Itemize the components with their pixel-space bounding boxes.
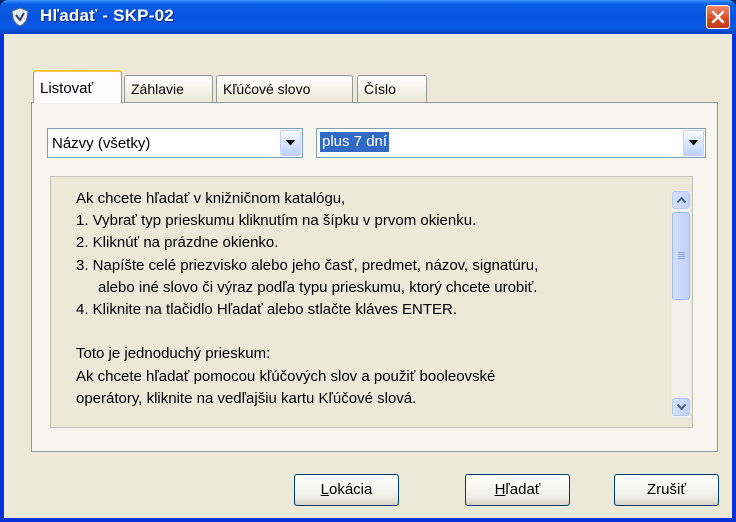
search-value-dropdown-button[interactable] xyxy=(683,130,704,156)
grip-line xyxy=(678,256,685,257)
button-label: ľadať xyxy=(505,481,541,498)
instruction-line: Toto je jednoduchý prieskum: xyxy=(76,345,271,363)
button-label: Zrušiť xyxy=(647,481,686,498)
vertical-scrollbar[interactable] xyxy=(671,190,691,418)
search-type-dropdown-button[interactable] xyxy=(280,130,301,156)
grip-line xyxy=(678,252,685,253)
location-button[interactable]: Lokácia xyxy=(294,474,399,506)
shield-icon xyxy=(10,7,30,27)
cancel-button[interactable]: Zrušiť xyxy=(614,474,719,506)
instruction-line: 3. Napíšte celé priezvisko alebo jeho ča… xyxy=(76,256,539,274)
instruction-line: operátory, kliknite na vedľajšiu kartu K… xyxy=(76,389,417,407)
mnemonic-letter: H xyxy=(494,481,506,498)
tab-klucove-slovo[interactable]: Kľúčové slovo xyxy=(216,75,353,102)
tab-label: Listovať xyxy=(40,80,94,97)
scroll-up-button[interactable] xyxy=(672,191,690,209)
grip-line xyxy=(678,254,685,255)
tab-zahlavie[interactable]: Záhlavie xyxy=(124,75,213,102)
instruction-line: Ak chcete hľadať pomocou kľúčových slov … xyxy=(76,367,496,385)
instruction-line: Ak chcete hľadať v knižničnom katalógu, xyxy=(76,190,346,207)
title-bar[interactable]: Hľadať - SKP-02 xyxy=(0,0,736,34)
button-label: okácia xyxy=(328,481,373,498)
window-title: Hľadať - SKP-02 xyxy=(40,6,174,25)
tab-label: Číslo xyxy=(364,81,396,97)
instruction-line: 2. Kliknúť na prázdne okienko. xyxy=(76,234,279,252)
scroll-thumb[interactable] xyxy=(672,212,690,300)
scroll-down-button[interactable] xyxy=(672,398,690,416)
tab-cislo[interactable]: Číslo xyxy=(357,75,427,102)
close-button[interactable] xyxy=(706,5,730,29)
search-button[interactable]: Hľadať xyxy=(465,474,570,506)
search-type-value: Názvy (všetky) xyxy=(52,135,151,152)
instructions-text: Ak chcete hľadať v knižničnom katalógu, … xyxy=(76,188,676,410)
tab-label: Záhlavie xyxy=(131,81,184,97)
tab-listovat[interactable]: Listovať xyxy=(33,70,122,103)
search-value-combo[interactable]: plus 7 dní xyxy=(316,128,706,158)
tab-label: Kľúčové slovo xyxy=(223,81,311,97)
search-value-text[interactable]: plus 7 dní xyxy=(320,132,390,152)
instruction-line: 4. Kliknite na tlačidlo Hľadať alebo stl… xyxy=(76,301,458,319)
instruction-line: alebo iné slovo či výraz podľa typu prie… xyxy=(98,278,538,296)
instructions-textarea[interactable]: Ak chcete hľadať v knižničnom katalógu, … xyxy=(50,176,693,428)
grip-line xyxy=(678,258,685,259)
search-type-select[interactable]: Názvy (všetky) xyxy=(47,128,303,158)
mnemonic-letter: L xyxy=(320,481,329,498)
instruction-line: 1. Vybrať typ prieskumu kliknutím na šíp… xyxy=(76,212,477,230)
